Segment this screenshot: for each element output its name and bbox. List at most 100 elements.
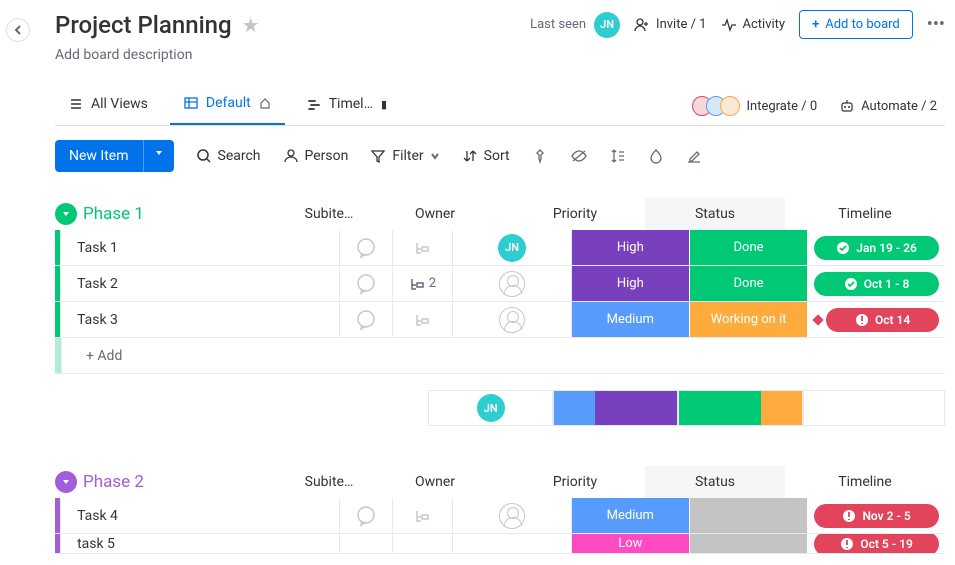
avatar: JN bbox=[498, 234, 526, 262]
owner-cell[interactable]: JN bbox=[453, 230, 571, 265]
board-title[interactable]: Project Planning bbox=[55, 11, 232, 39]
more-menu-button[interactable]: ••• bbox=[927, 14, 945, 35]
invite-button[interactable]: Invite / 1 bbox=[634, 17, 706, 33]
timeline-cell[interactable]: Oct 1 - 8 bbox=[808, 266, 945, 301]
timeline-icon bbox=[307, 97, 321, 111]
task-row: Task 3 Medium Working on it Oct 14 bbox=[55, 302, 945, 338]
column-owner[interactable]: Owner bbox=[365, 466, 505, 498]
board-description[interactable]: Add board description bbox=[55, 47, 945, 63]
summary-priority[interactable] bbox=[553, 390, 678, 426]
hide-icon[interactable] bbox=[570, 148, 588, 164]
tab-all-views[interactable]: All Views bbox=[55, 88, 162, 124]
sort-button[interactable]: Sort bbox=[462, 148, 510, 164]
column-timeline[interactable]: Timeline bbox=[785, 466, 945, 498]
subitem-cell[interactable] bbox=[393, 230, 454, 265]
column-timeline[interactable]: Timeline bbox=[785, 198, 945, 230]
deadline-diamond-icon bbox=[812, 314, 823, 325]
conversation-icon[interactable] bbox=[340, 302, 392, 337]
collapse-group-button[interactable] bbox=[55, 203, 77, 225]
task-name-cell[interactable]: Task 4 bbox=[60, 498, 340, 533]
height-icon[interactable] bbox=[610, 148, 626, 164]
column-priority[interactable]: Priority bbox=[505, 198, 645, 230]
integration-icons bbox=[692, 96, 740, 116]
timeline-cell[interactable]: Oct 5 - 19 bbox=[808, 534, 945, 553]
new-item-button[interactable]: New Item bbox=[55, 140, 143, 172]
collapse-group-button[interactable] bbox=[55, 471, 77, 493]
task-name-cell[interactable]: Task 1 bbox=[60, 230, 340, 265]
avatar: JN bbox=[477, 394, 505, 422]
tab-timeline[interactable]: Timel… ▮ bbox=[293, 88, 401, 124]
group-title[interactable]: Phase 2 bbox=[83, 472, 144, 492]
column-subitems[interactable]: Subite… bbox=[293, 198, 365, 230]
status-cell[interactable]: Working on it bbox=[690, 302, 808, 337]
color-icon[interactable] bbox=[648, 148, 664, 164]
status-cell[interactable] bbox=[690, 534, 808, 553]
group-summary-row: JN bbox=[55, 390, 945, 426]
column-priority[interactable]: Priority bbox=[505, 466, 645, 498]
timeline-cell[interactable]: Jan 19 - 26 bbox=[808, 230, 945, 265]
owner-cell[interactable] bbox=[453, 266, 571, 301]
integrate-button[interactable]: Integrate / 0 bbox=[692, 96, 817, 116]
conversation-icon[interactable] bbox=[340, 534, 392, 553]
owner-cell[interactable] bbox=[453, 534, 571, 553]
priority-cell[interactable]: High bbox=[572, 230, 690, 265]
status-cell[interactable]: Done bbox=[690, 266, 808, 301]
priority-cell[interactable]: Low bbox=[572, 534, 690, 553]
favorite-star-icon[interactable]: ★ bbox=[242, 13, 260, 37]
edit-icon[interactable] bbox=[686, 148, 702, 164]
warning-icon bbox=[855, 313, 869, 327]
owner-cell[interactable] bbox=[453, 302, 571, 337]
subitem-cell[interactable] bbox=[393, 498, 454, 533]
automate-button[interactable]: Automate / 2 bbox=[839, 98, 937, 114]
column-subitems[interactable]: Subite… bbox=[293, 466, 365, 498]
timeline-cell[interactable]: Nov 2 - 5 bbox=[808, 498, 945, 533]
subitem-cell[interactable] bbox=[393, 302, 454, 337]
task-name-cell[interactable]: task 5 bbox=[60, 534, 340, 553]
status-cell[interactable]: Done bbox=[690, 230, 808, 265]
timeline-cell[interactable]: Oct 14 bbox=[808, 302, 945, 337]
empty-avatar-icon bbox=[499, 307, 525, 333]
task-row: Task 1 JN High Done Jan 19 - 26 bbox=[55, 230, 945, 266]
owner-cell[interactable] bbox=[453, 498, 571, 533]
filter-button[interactable]: Filter bbox=[370, 148, 439, 164]
add-to-board-button[interactable]: + Add to board bbox=[799, 10, 913, 39]
tab-default[interactable]: Default bbox=[170, 87, 285, 125]
subitem-cell[interactable] bbox=[393, 534, 454, 553]
warning-icon bbox=[840, 537, 854, 551]
check-icon bbox=[836, 241, 850, 255]
priority-cell[interactable]: High bbox=[572, 266, 690, 301]
subitem-cell[interactable]: 2 bbox=[393, 266, 454, 301]
search-button[interactable]: Search bbox=[196, 148, 261, 164]
back-button[interactable] bbox=[6, 18, 30, 42]
check-icon bbox=[844, 277, 858, 291]
task-name-cell[interactable]: Task 3 bbox=[60, 302, 340, 337]
last-seen-label: Last seen bbox=[530, 17, 586, 32]
person-filter-button[interactable]: Person bbox=[283, 148, 349, 164]
conversation-icon[interactable] bbox=[340, 498, 392, 533]
group-title[interactable]: Phase 1 bbox=[83, 204, 144, 224]
task-row: Task 2 2 High Done Oct 1 - 8 bbox=[55, 266, 945, 302]
add-task-label: + Add bbox=[61, 338, 945, 373]
conversation-icon[interactable] bbox=[340, 266, 392, 301]
table-icon bbox=[184, 96, 198, 110]
summary-timeline[interactable] bbox=[803, 390, 945, 426]
task-name-cell[interactable]: Task 2 bbox=[60, 266, 340, 301]
person-icon bbox=[283, 148, 299, 164]
activity-button[interactable]: Activity bbox=[721, 17, 786, 33]
column-owner[interactable]: Owner bbox=[365, 198, 505, 230]
pin-tool-icon[interactable] bbox=[532, 148, 548, 164]
priority-cell[interactable]: Medium bbox=[572, 302, 690, 337]
add-task-row[interactable]: + Add bbox=[55, 338, 945, 374]
empty-avatar-icon bbox=[499, 503, 525, 529]
column-status[interactable]: Status bbox=[645, 466, 785, 498]
last-seen[interactable]: Last seen JN bbox=[530, 12, 620, 38]
new-item-dropdown[interactable] bbox=[143, 140, 174, 172]
column-status[interactable]: Status bbox=[645, 198, 785, 230]
summary-status[interactable] bbox=[678, 390, 803, 426]
home-icon bbox=[259, 97, 271, 109]
priority-cell[interactable]: Medium bbox=[572, 498, 690, 533]
status-cell[interactable] bbox=[690, 498, 808, 533]
conversation-icon[interactable] bbox=[340, 230, 392, 265]
summary-owner[interactable]: JN bbox=[428, 390, 553, 426]
empty-avatar-icon bbox=[499, 271, 525, 297]
